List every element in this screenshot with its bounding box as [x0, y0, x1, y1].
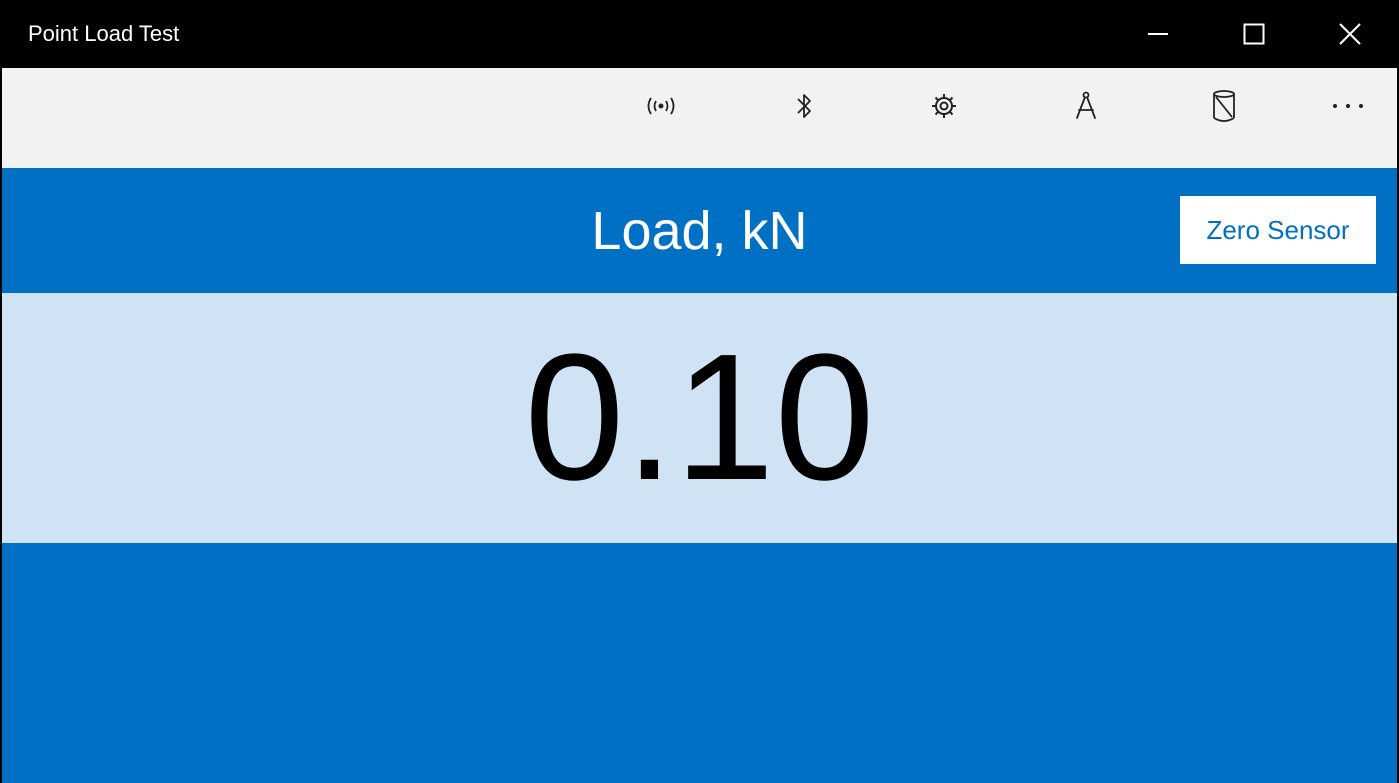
settings-button[interactable] — [914, 86, 974, 126]
minimize-button[interactable] — [1112, 0, 1204, 68]
gear-icon — [932, 94, 956, 118]
command-bar — [2, 68, 1397, 168]
close-icon — [1339, 23, 1361, 45]
app-window: Point Load Test Load, kN Zero Sensor 0.1… — [0, 0, 1399, 783]
cylinder-icon — [1213, 90, 1235, 122]
minimize-icon — [1148, 33, 1168, 35]
cylinder-button[interactable] — [1194, 86, 1254, 126]
bottom-area — [2, 543, 1397, 783]
broadcast-button[interactable] — [631, 86, 691, 126]
maximize-button[interactable] — [1208, 0, 1300, 68]
zero-sensor-button[interactable]: Zero Sensor — [1180, 196, 1376, 264]
window-title: Point Load Test — [28, 21, 180, 46]
bluetooth-icon — [797, 94, 811, 118]
broadcast-icon — [647, 97, 675, 115]
compass-button[interactable] — [1056, 86, 1116, 126]
reading-panel: 0.10 — [2, 293, 1397, 543]
load-header: Load, kN Zero Sensor — [2, 168, 1397, 293]
more-icon — [1333, 104, 1363, 108]
load-reading-value: 0.10 — [524, 317, 875, 518]
maximize-icon — [1243, 23, 1265, 45]
title-bar: Point Load Test — [2, 0, 1397, 68]
bluetooth-button[interactable] — [774, 86, 834, 126]
compass-icon — [1076, 91, 1096, 119]
more-button[interactable] — [1318, 86, 1378, 126]
close-button[interactable] — [1304, 0, 1396, 68]
